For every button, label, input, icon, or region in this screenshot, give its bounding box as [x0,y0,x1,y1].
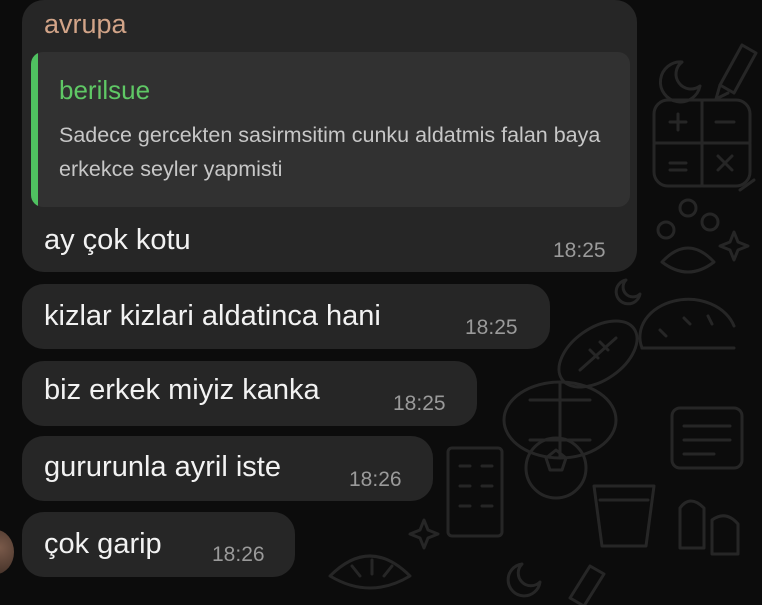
message-time: 18:26 [349,468,402,491]
soccer-ball-icon [524,436,588,500]
moon-icon [506,562,542,598]
message-time: 18:25 [393,392,446,415]
flower-pot-icon [592,484,656,548]
sparkle-icon [408,518,440,550]
message-bubble-first[interactable]: avrupa berilsue Sadece gercekten sasirms… [22,0,637,272]
message-time: 18:25 [553,239,606,262]
message-bubble[interactable]: kizlar kizlari aldatinca hani 18:25 [22,284,550,349]
moon-icon [614,278,642,306]
taco-icon [638,297,736,350]
turtle-icon [502,380,618,460]
message-time: 18:26 [212,543,265,566]
reply-quote[interactable]: berilsue Sadece gercekten sasirmsitim cu… [31,52,630,207]
message-bubble[interactable]: biz erkek miyiz kanka 18:25 [22,361,477,426]
calculator-icon [652,98,752,188]
message-bubble[interactable]: gururunla ayril iste 18:26 [22,436,433,501]
paw-icon [678,499,740,556]
paw-icon [656,198,720,274]
building-icon [446,446,504,538]
message-text: biz erkek miyiz kanka [44,374,320,406]
message-text: ay çok kotu [44,224,191,256]
message-time: 18:25 [465,316,518,339]
quote-author: berilsue [59,75,151,105]
message-text: gururunla ayril iste [44,451,281,483]
croissant-icon [328,554,412,590]
football-icon [557,319,639,389]
pencil-icon [714,43,758,101]
sender-name: avrupa [44,9,127,39]
message-bubble[interactable]: çok garip 18:26 [22,512,295,577]
moon-icon [658,60,702,104]
quote-text: Sadece gercekten sasirmsitim cunku aldat… [59,123,601,181]
sparkle-icon [718,230,750,262]
message-text: kizlar kizlari aldatinca hani [44,300,381,332]
quote-accent-bar [31,52,38,207]
message-text: çok garip [44,528,162,560]
sticky-note-icon [670,406,744,470]
pencil-icon [568,564,606,605]
